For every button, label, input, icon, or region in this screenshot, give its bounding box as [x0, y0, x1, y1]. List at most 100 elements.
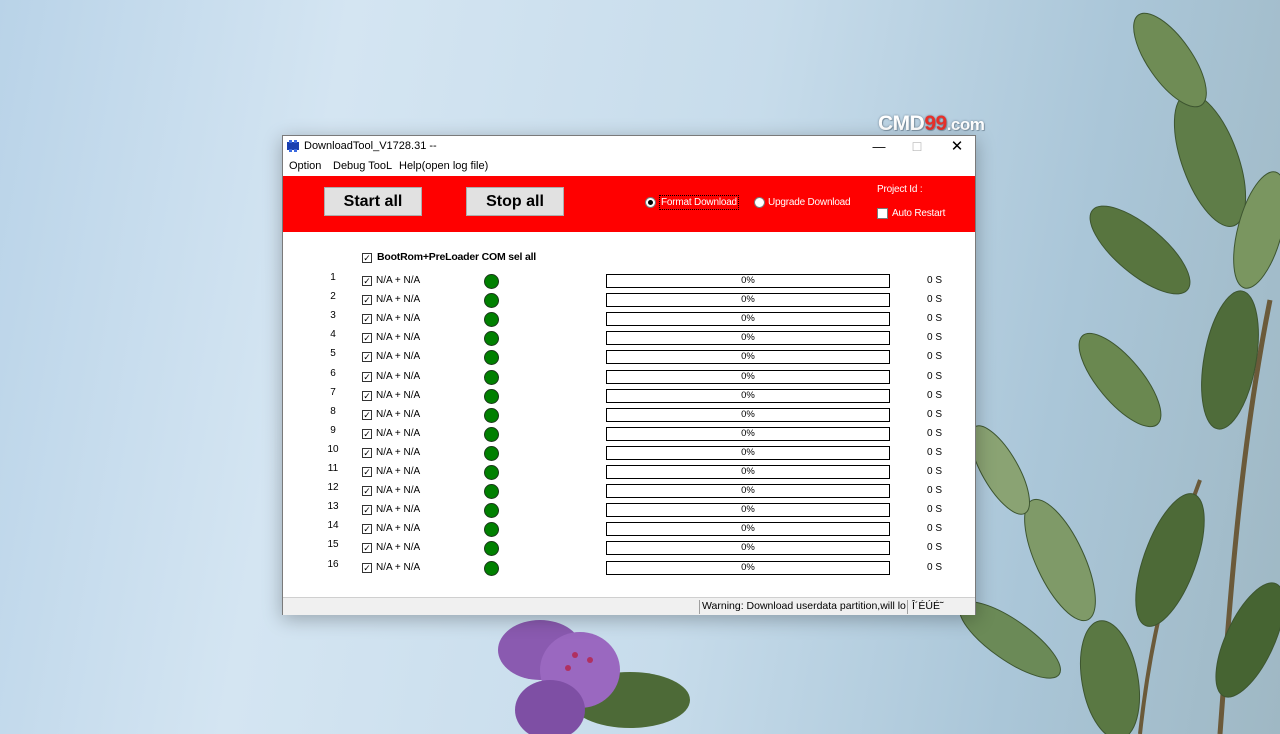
menu-option[interactable]: Option	[289, 160, 321, 172]
status-led-icon	[484, 503, 499, 519]
port-checkbox[interactable]: ✓	[362, 333, 372, 344]
elapsed-time: 0 S	[927, 466, 943, 477]
elapsed-time: 0 S	[927, 408, 943, 420]
upgrade-download-radio-dot[interactable]	[754, 197, 765, 208]
port-checkbox[interactable]: ✓	[362, 505, 372, 516]
auto-restart-box[interactable]	[877, 208, 888, 219]
port-com-label: N/A + N/A	[376, 275, 421, 286]
progress-bar: 0%	[606, 274, 890, 288]
select-all-box[interactable]: ✓	[362, 253, 372, 263]
port-checkbox[interactable]: ✓	[362, 543, 372, 554]
port-number: 2	[330, 291, 336, 303]
port-row: 15 ✓ N/A + N/A 0% 0 S	[283, 539, 975, 558]
progress-bar: 0%	[606, 484, 890, 499]
elapsed-time: 0 S	[927, 332, 943, 344]
progress-percent: 0%	[741, 446, 755, 458]
port-checkbox[interactable]: ✓	[362, 428, 372, 439]
progress-bar: 0%	[606, 331, 890, 346]
elapsed-time: 0 S	[927, 389, 943, 401]
close-button[interactable]: ✕	[937, 136, 977, 158]
progress-percent: 0%	[741, 466, 755, 477]
port-checkbox[interactable]: ✓	[362, 447, 372, 458]
elapsed-time: 0 S	[927, 485, 943, 497]
elapsed-time: 0 S	[927, 446, 943, 458]
port-com-label: N/A + N/A	[376, 332, 421, 344]
status-led-icon	[484, 445, 499, 461]
port-com-label: N/A + N/A	[376, 466, 421, 477]
port-row: 14 ✓ N/A + N/A 0% 0 S	[283, 520, 975, 539]
port-number: 13	[327, 501, 339, 513]
port-number: 15	[327, 539, 339, 551]
port-row: 7 ✓ N/A + N/A 0% 0 S	[283, 387, 975, 406]
port-row: 2 ✓ N/A + N/A 0% 0 S	[283, 291, 975, 310]
progress-percent: 0%	[741, 294, 755, 306]
status-separator	[907, 600, 908, 614]
port-number: 10	[327, 443, 339, 455]
minimize-button[interactable]: —	[859, 136, 899, 158]
port-checkbox[interactable]: ✓	[362, 390, 372, 401]
status-led-icon	[484, 293, 499, 309]
port-com-label: N/A + N/A	[376, 294, 421, 306]
start-all-button[interactable]: Start all	[324, 187, 422, 216]
elapsed-time: 0 S	[927, 313, 943, 325]
desktop-plant-decoration	[959, 12, 1280, 734]
port-number: 8	[330, 405, 336, 417]
elapsed-time: 0 S	[927, 542, 943, 554]
menu-debug-tool[interactable]: Debug TooL	[333, 160, 392, 172]
progress-percent: 0%	[741, 313, 755, 325]
status-led-icon	[484, 331, 499, 347]
port-number: 3	[330, 310, 336, 322]
port-checkbox[interactable]: ✓	[362, 314, 372, 325]
port-row: 3 ✓ N/A + N/A 0% 0 S	[283, 310, 975, 329]
progress-percent: 0%	[741, 370, 755, 382]
status-led-icon	[484, 407, 499, 423]
port-checkbox[interactable]: ✓	[362, 295, 372, 306]
port-row: 13 ✓ N/A + N/A 0% 0 S	[283, 501, 975, 520]
port-checkbox[interactable]: ✓	[362, 486, 372, 497]
port-row: 6 ✓ N/A + N/A 0% 0 S	[283, 368, 975, 387]
port-row: 12 ✓ N/A + N/A 0% 0 S	[283, 482, 975, 501]
progress-percent: 0%	[741, 427, 755, 439]
port-number: 12	[327, 482, 339, 494]
status-led-icon	[484, 350, 499, 366]
port-checkbox[interactable]: ✓	[362, 562, 372, 573]
auto-restart-label: Auto Restart	[892, 208, 946, 219]
watermark-logo: CMD99.com	[878, 112, 985, 135]
maximize-button[interactable]: ☐	[897, 136, 937, 158]
port-com-label: N/A + N/A	[376, 389, 421, 401]
status-led-icon	[484, 522, 499, 538]
status-led-icon	[484, 369, 499, 385]
port-com-label: N/A + N/A	[376, 446, 421, 458]
progress-bar: 0%	[606, 350, 890, 365]
port-number: 16	[327, 558, 339, 570]
format-download-radio-dot[interactable]	[645, 197, 656, 208]
port-row: 9 ✓ N/A + N/A 0% 0 S	[283, 425, 975, 444]
title-bar[interactable]: DownloadTool_V1728.31 -- — ☐ ✕	[283, 136, 975, 158]
port-number: 1	[330, 272, 336, 283]
progress-bar: 0%	[606, 503, 890, 518]
progress-percent: 0%	[741, 561, 755, 573]
progress-bar: 0%	[606, 369, 890, 384]
elapsed-time: 0 S	[927, 523, 943, 535]
progress-bar: 0%	[606, 388, 890, 403]
action-toolbar: Start all Stop all Format Download Upgra…	[283, 176, 975, 232]
stop-all-button[interactable]: Stop all	[466, 187, 564, 216]
menu-bar: Option Debug TooL Help(open log file)	[283, 158, 975, 176]
project-id-label: Project Id :	[877, 184, 923, 195]
port-checkbox[interactable]: ✓	[362, 524, 372, 535]
progress-bar: 0%	[606, 522, 890, 537]
progress-bar: 0%	[606, 445, 890, 460]
port-com-label: N/A + N/A	[376, 408, 421, 420]
status-led-icon	[484, 312, 499, 328]
port-checkbox[interactable]: ✓	[362, 467, 372, 477]
format-download-label: Format Download	[659, 195, 739, 210]
port-number: 4	[330, 329, 336, 341]
menu-help[interactable]: Help(open log file)	[399, 160, 488, 172]
port-checkbox[interactable]: ✓	[362, 276, 372, 286]
port-checkbox[interactable]: ✓	[362, 371, 372, 382]
port-checkbox[interactable]: ✓	[362, 352, 372, 363]
port-checkbox[interactable]: ✓	[362, 409, 372, 420]
elapsed-time: 0 S	[927, 504, 943, 516]
port-row: 1 ✓ N/A + N/A 0% 0 S	[283, 272, 975, 291]
port-number: 11	[327, 463, 339, 474]
